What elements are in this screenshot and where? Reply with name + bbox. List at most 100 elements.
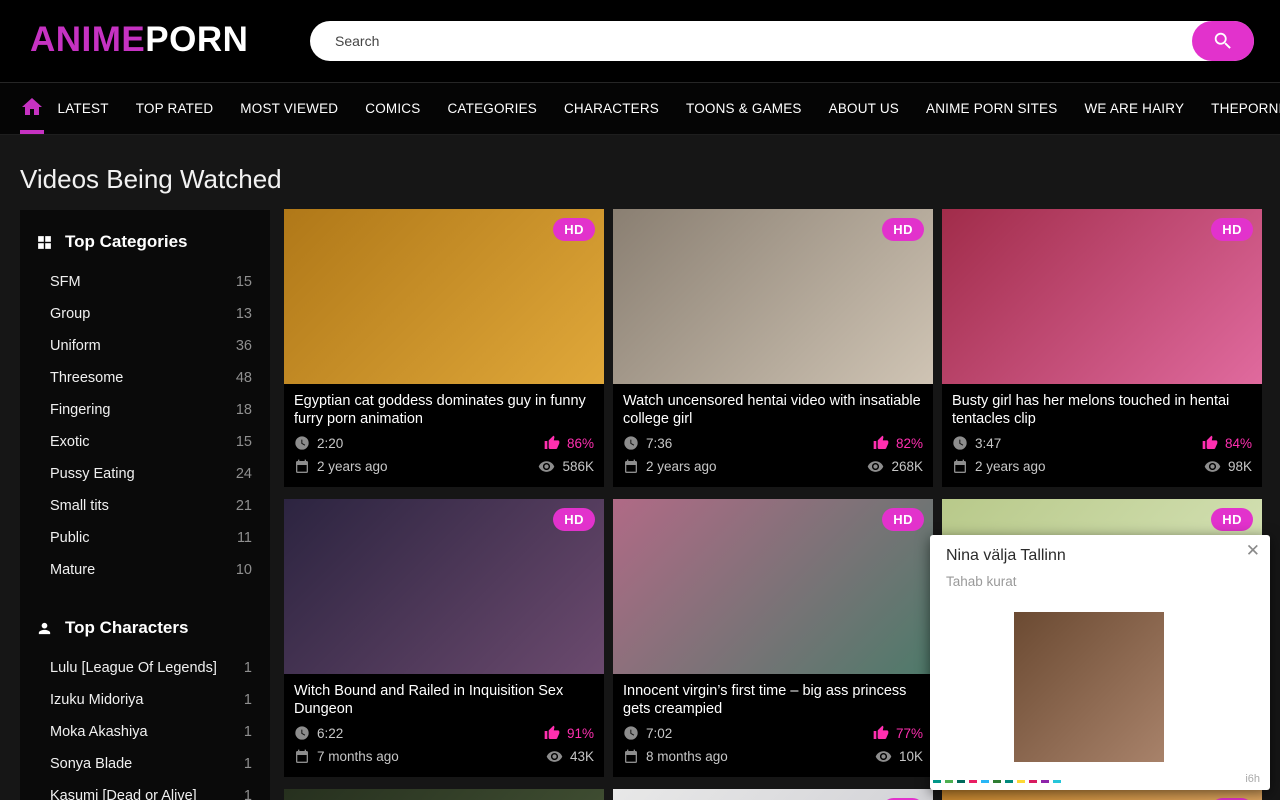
video-duration: 7:36 [646,436,672,451]
category-item[interactable]: Group13 [20,298,270,330]
clock-icon [294,435,310,451]
nav-item-toons-games[interactable]: TOONS & GAMES [673,83,816,134]
category-item[interactable]: Mature10 [20,554,270,586]
page-title: Videos Being Watched [20,164,282,195]
eye-icon [1204,458,1221,475]
video-duration: 6:22 [317,726,343,741]
search-input[interactable] [310,21,1170,61]
calendar-icon [952,459,968,475]
clock-icon [294,725,310,741]
close-icon[interactable]: ✕ [1246,541,1260,561]
video-thumbnail[interactable] [284,789,604,800]
sidebar: Top Categories SFM15 Group13 Uniform36 T… [20,210,270,800]
thumbs-up-icon [873,725,889,741]
video-card[interactable]: HD [942,789,1262,800]
category-item[interactable]: SFM15 [20,266,270,298]
logo-part2: PORN [145,20,248,59]
video-thumbnail[interactable]: HD [613,209,933,384]
video-card[interactable]: HD [613,789,933,800]
category-item[interactable]: Exotic15 [20,426,270,458]
video-meta: Busty girl has her melons touched in hen… [942,384,1262,487]
logo-part1: ANIME [30,20,145,59]
nav-item-about-us[interactable]: ABOUT US [815,83,912,134]
video-title[interactable]: Busty girl has her melons touched in hen… [952,392,1252,428]
hd-badge: HD [882,218,924,241]
video-likes: 82% [896,436,923,451]
nav-item-we-are-hairy[interactable]: WE ARE HAIRY [1071,83,1198,134]
character-item[interactable]: Kasumi [Dead or Alive]1 [20,780,270,800]
popup-title: Nina välja Tallinn [946,547,1066,565]
eye-icon [538,458,555,475]
character-item[interactable]: Lulu [League Of Legends]1 [20,652,270,684]
popup-ad-markers [933,780,1061,783]
video-title[interactable]: Watch uncensored hentai video with insat… [623,392,923,428]
video-card[interactable]: HD Innocent virgin’s first time – big as… [613,499,933,777]
video-likes: 77% [896,726,923,741]
video-age: 2 years ago [975,459,1046,474]
popup-ad: Nina välja Tallinn Tahab kurat ✕ i6h [930,535,1270,790]
site-logo[interactable]: ANIMEPORN [30,20,248,60]
video-meta: Innocent virgin’s first time – big ass p… [613,674,933,777]
top-categories-title: Top Categories [65,232,187,252]
video-thumbnail[interactable]: HD [284,209,604,384]
video-card[interactable] [284,789,604,800]
category-item[interactable]: Public11 [20,522,270,554]
video-thumbnail[interactable]: HD [942,789,1262,800]
top-categories-header: Top Categories [20,210,270,266]
calendar-icon [623,459,639,475]
character-item[interactable]: Moka Akashiya1 [20,716,270,748]
video-title[interactable]: Innocent virgin’s first time – big ass p… [623,682,923,718]
nav-item-most-viewed[interactable]: MOST VIEWED [227,83,352,134]
video-views: 43K [570,749,594,764]
nav-home[interactable] [20,83,44,134]
nav-item-comics[interactable]: COMICS [352,83,434,134]
video-views: 10K [899,749,923,764]
home-icon [20,95,44,119]
eye-icon [875,748,892,765]
category-item[interactable]: Threesome48 [20,362,270,394]
video-meta: Watch uncensored hentai video with insat… [613,384,933,487]
video-title[interactable]: Egyptian cat goddess dominates guy in fu… [294,392,594,428]
video-card[interactable]: HD Busty girl has her melons touched in … [942,209,1262,487]
person-icon [36,620,53,637]
grid-icon [36,234,53,251]
video-card[interactable]: HD Egyptian cat goddess dominates guy in… [284,209,604,487]
nav-item-anime-porn-sites[interactable]: ANIME PORN SITES [913,83,1071,134]
nav-item-top-rated[interactable]: TOP RATED [122,83,227,134]
nav-item-categories[interactable]: CATEGORIES [434,83,551,134]
category-item[interactable]: Fingering18 [20,394,270,426]
nav-item-latest[interactable]: LATEST [44,83,122,134]
video-thumbnail[interactable]: HD [613,789,933,800]
characters-list: Lulu [League Of Legends]1 Izuku Midoriya… [20,652,270,800]
main-nav: LATEST TOP RATED MOST VIEWED COMICS CATE… [0,82,1280,135]
clock-icon [952,435,968,451]
nav-item-theporndude[interactable]: THEPORNDUDE [1198,83,1280,134]
category-item[interactable]: Small tits21 [20,490,270,522]
category-item[interactable]: Pussy Eating24 [20,458,270,490]
video-card[interactable]: HD Watch uncensored hentai video with in… [613,209,933,487]
hd-badge: HD [1211,218,1253,241]
video-thumbnail[interactable]: HD [613,499,933,674]
thumbs-up-icon [544,725,560,741]
video-duration: 7:02 [646,726,672,741]
video-thumbnail[interactable]: HD [284,499,604,674]
video-thumbnail[interactable]: HD [942,209,1262,384]
character-item[interactable]: Izuku Midoriya1 [20,684,270,716]
top-characters-title: Top Characters [65,618,188,638]
category-item[interactable]: Uniform36 [20,330,270,362]
video-card[interactable]: HD Witch Bound and Railed in Inquisition… [284,499,604,777]
hd-badge: HD [882,508,924,531]
search-button[interactable] [1192,21,1254,61]
clock-icon [623,725,639,741]
nav-item-characters[interactable]: CHARACTERS [550,83,672,134]
popup-ad-image[interactable] [1014,612,1164,762]
search-bar [310,21,1254,61]
thumbs-up-icon [873,435,889,451]
video-age: 8 months ago [646,749,728,764]
categories-list: SFM15 Group13 Uniform36 Threesome48 Fing… [20,266,270,596]
thumbs-up-icon [1202,435,1218,451]
eye-icon [546,748,563,765]
hd-badge: HD [1211,508,1253,531]
video-title[interactable]: Witch Bound and Railed in Inquisition Se… [294,682,594,718]
character-item[interactable]: Sonya Blade1 [20,748,270,780]
